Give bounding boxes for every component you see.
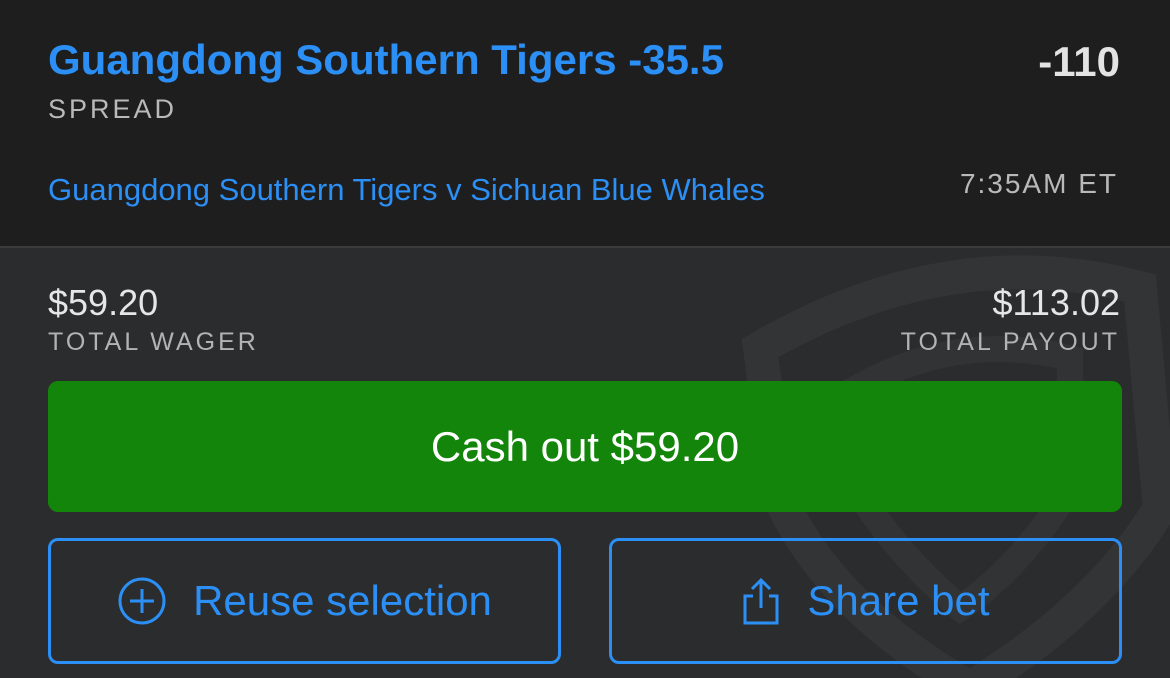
bet-card: Guangdong Southern Tigers -35.5 -110 SPR… [0,0,1170,678]
total-wager-label: TOTAL WAGER [48,328,259,356]
reuse-selection-button[interactable]: Reuse selection [48,538,561,664]
share-bet-button[interactable]: Share bet [609,538,1122,664]
total-payout-amount: $113.02 [992,282,1120,323]
reuse-selection-label: Reuse selection [193,577,492,624]
total-wager-amount: $59.20 [48,282,159,323]
selection-odds: -110 [1038,38,1120,85]
plus-circle-icon [117,576,167,626]
event-time: 7:35AM ET [959,168,1118,199]
selection-panel: Guangdong Southern Tigers -35.5 -110 SPR… [0,0,1170,248]
total-payout-label: TOTAL PAYOUT [900,328,1120,356]
share-icon [741,576,781,626]
market-type-label: SPREAD [48,94,178,124]
cash-out-label: Cash out $59.20 [430,422,740,470]
selection-title[interactable]: Guangdong Southern Tigers -35.5 [48,36,724,84]
cash-out-button[interactable]: Cash out $59.20 [48,381,1122,512]
event-link[interactable]: Guangdong Southern Tigers v Sichuan Blue… [48,172,765,208]
bet-summary-panel: $59.20 TOTAL WAGER $113.02 TOTAL PAYOUT … [0,248,1170,678]
share-bet-label: Share bet [807,577,990,624]
